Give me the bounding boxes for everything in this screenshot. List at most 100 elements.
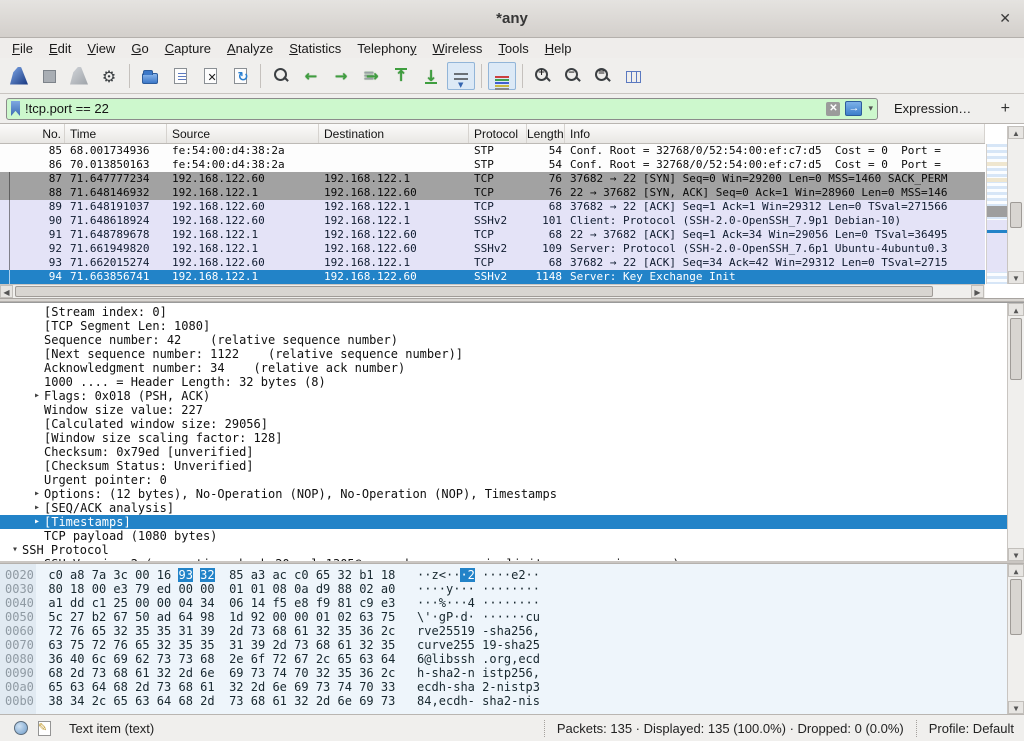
detail-row[interactable]: Acknowledgment number: 34 (relative ack …: [0, 361, 1007, 375]
close-file-button[interactable]: [196, 62, 224, 90]
expert-info-icon[interactable]: [14, 721, 28, 735]
menu-analyze[interactable]: Analyze: [219, 40, 281, 57]
display-filter-field[interactable]: ✕ → ▾: [6, 98, 878, 120]
zoom-reset-button[interactable]: [589, 62, 617, 90]
details-vertical-scrollbar[interactable]: ▲ ▼: [1007, 303, 1024, 561]
scrollbar-thumb[interactable]: [15, 286, 933, 297]
scroll-up-icon[interactable]: ▲: [1008, 126, 1024, 139]
capture-options-button[interactable]: [95, 62, 123, 90]
packet-row[interactable]: 9171.648789678192.168.122.1192.168.122.6…: [0, 228, 985, 242]
packet-row[interactable]: 8771.647777234192.168.122.60192.168.122.…: [0, 172, 985, 186]
expand-arrow-icon[interactable]: ▸: [30, 515, 44, 529]
intelligent-scrollbar-minimap[interactable]: [986, 144, 1007, 284]
expand-arrow-icon[interactable]: ▸: [30, 557, 44, 561]
scrollbar-thumb[interactable]: [1010, 202, 1022, 228]
scrollbar-thumb[interactable]: [1010, 579, 1022, 635]
menu-capture[interactable]: Capture: [157, 40, 219, 57]
scroll-down-icon[interactable]: ▼: [1008, 271, 1024, 284]
detail-row[interactable]: [Checksum Status: Unverified]: [0, 459, 1007, 473]
detail-row[interactable]: ▸Flags: 0x018 (PSH, ACK): [0, 389, 1007, 403]
detail-row[interactable]: [Stream index: 0]: [0, 305, 1007, 319]
packet-row[interactable]: 8871.648146932192.168.122.1192.168.122.6…: [0, 186, 985, 200]
detail-row[interactable]: ▸[SEQ/ACK analysis]: [0, 501, 1007, 515]
detail-row[interactable]: Checksum: 0x79ed [unverified]: [0, 445, 1007, 459]
filter-apply-icon[interactable]: →: [845, 101, 862, 116]
expand-arrow-icon[interactable]: ▸: [30, 389, 44, 403]
packet-row[interactable]: 8971.648191037192.168.122.60192.168.122.…: [0, 200, 985, 214]
scroll-down-icon[interactable]: ▼: [1008, 548, 1024, 561]
go-forward-button[interactable]: [327, 62, 355, 90]
detail-row[interactable]: TCP payload (1080 bytes): [0, 529, 1007, 543]
detail-row[interactable]: [TCP Segment Len: 1080]: [0, 319, 1007, 333]
hex-row[interactable]: 00a0 65 63 64 68 2d 73 68 61 32 2d 6e 69…: [0, 680, 1007, 694]
capture-comment-icon[interactable]: [38, 721, 51, 736]
close-window-icon[interactable]: ✕: [999, 10, 1011, 27]
detail-row[interactable]: [Window size scaling factor: 128]: [0, 431, 1007, 445]
menu-edit[interactable]: Edit: [41, 40, 79, 57]
hex-row[interactable]: 00b0 38 34 2c 65 63 64 68 2d 73 68 61 32…: [0, 694, 1007, 708]
collapse-arrow-icon[interactable]: ▾: [8, 543, 22, 557]
detail-row[interactable]: Sequence number: 42 (relative sequence n…: [0, 333, 1007, 347]
go-back-button[interactable]: [297, 62, 325, 90]
find-packet-button[interactable]: [267, 62, 295, 90]
menu-go[interactable]: Go: [123, 40, 156, 57]
zoom-out-button[interactable]: [559, 62, 587, 90]
hex-row[interactable]: 0020 c0 a8 7a 3c 00 16 93 32 85 a3 ac c0…: [0, 568, 1007, 582]
auto-scroll-button[interactable]: [447, 62, 475, 90]
detail-row[interactable]: ▸[Timestamps]: [0, 515, 1007, 529]
detail-row[interactable]: [Next sequence number: 1122 (relative se…: [0, 347, 1007, 361]
hex-row[interactable]: 0070 63 75 72 76 65 32 35 35 31 39 2d 73…: [0, 638, 1007, 652]
column-header-destination[interactable]: Destination: [319, 124, 469, 143]
profile-label[interactable]: Profile: Default: [929, 721, 1014, 736]
detail-row[interactable]: 1000 .... = Header Length: 32 bytes (8): [0, 375, 1007, 389]
expand-arrow-icon[interactable]: ▸: [30, 501, 44, 515]
reload-file-button[interactable]: [226, 62, 254, 90]
detail-row[interactable]: Urgent pointer: 0: [0, 473, 1007, 487]
column-header-time[interactable]: Time: [65, 124, 167, 143]
scrollbar-thumb[interactable]: [1010, 318, 1022, 380]
column-header-info[interactable]: Info: [565, 124, 985, 143]
packet-list-vertical-scrollbar[interactable]: ▲ ▼: [1007, 126, 1024, 284]
detail-row[interactable]: ▸SSH Version 2 (encryption:chacha20-poly…: [0, 557, 1007, 561]
expand-arrow-icon[interactable]: ▸: [30, 487, 44, 501]
packet-row[interactable]: 8568.001734936fe:54:00:d4:38:2aSTP54Conf…: [0, 144, 985, 158]
hex-row[interactable]: 0060 72 76 65 32 35 35 31 39 2d 73 68 61…: [0, 624, 1007, 638]
detail-row[interactable]: [Calculated window size: 29056]: [0, 417, 1007, 431]
packet-row[interactable]: 8670.013850163fe:54:00:d4:38:2aSTP54Conf…: [0, 158, 985, 172]
detail-row[interactable]: ▾SSH Protocol: [0, 543, 1007, 557]
open-file-button[interactable]: [136, 62, 164, 90]
scroll-up-icon[interactable]: ▲: [1008, 564, 1024, 577]
hex-row[interactable]: 0050 5c 27 b2 67 50 ad 64 98 1d 92 00 00…: [0, 610, 1007, 624]
packet-row[interactable]: 9271.661949820192.168.122.1192.168.122.6…: [0, 242, 985, 256]
colorize-button[interactable]: [488, 62, 516, 90]
menu-file[interactable]: File: [4, 40, 41, 57]
menu-wireless[interactable]: Wireless: [425, 40, 491, 57]
hex-row[interactable]: 0030 80 18 00 e3 79 ed 00 00 01 01 08 0a…: [0, 582, 1007, 596]
resize-columns-button[interactable]: [619, 62, 647, 90]
display-filter-input[interactable]: [25, 101, 821, 116]
save-file-button[interactable]: [166, 62, 194, 90]
add-filter-button[interactable]: +: [1001, 100, 1010, 118]
packet-row[interactable]: 9371.662015274192.168.122.60192.168.122.…: [0, 256, 985, 270]
zoom-in-button[interactable]: [529, 62, 557, 90]
hex-row[interactable]: 0040 a1 dd c1 25 00 00 04 34 06 14 f5 e8…: [0, 596, 1007, 610]
scroll-up-icon[interactable]: ▲: [1008, 303, 1024, 316]
column-header-protocol[interactable]: Protocol: [469, 124, 527, 143]
start-capture-button[interactable]: [5, 62, 33, 90]
restart-capture-button[interactable]: [65, 62, 93, 90]
menu-tools[interactable]: Tools: [490, 40, 536, 57]
menu-telephony[interactable]: Telephony: [349, 40, 424, 57]
column-header-length[interactable]: Length: [527, 124, 565, 143]
packet-list-horizontal-scrollbar[interactable]: ◀ ▶: [0, 284, 985, 298]
column-header-no[interactable]: No.: [0, 124, 65, 143]
packet-row[interactable]: 9071.648618924192.168.122.60192.168.122.…: [0, 214, 985, 228]
menu-view[interactable]: View: [79, 40, 123, 57]
filter-clear-icon[interactable]: ✕: [826, 102, 840, 116]
hex-vertical-scrollbar[interactable]: ▲ ▼: [1007, 564, 1024, 714]
scroll-down-icon[interactable]: ▼: [1008, 701, 1024, 714]
detail-row[interactable]: Window size value: 227: [0, 403, 1007, 417]
column-header-source[interactable]: Source: [167, 124, 319, 143]
go-to-packet-button[interactable]: [357, 62, 385, 90]
menu-statistics[interactable]: Statistics: [281, 40, 349, 57]
menu-help[interactable]: Help: [537, 40, 580, 57]
